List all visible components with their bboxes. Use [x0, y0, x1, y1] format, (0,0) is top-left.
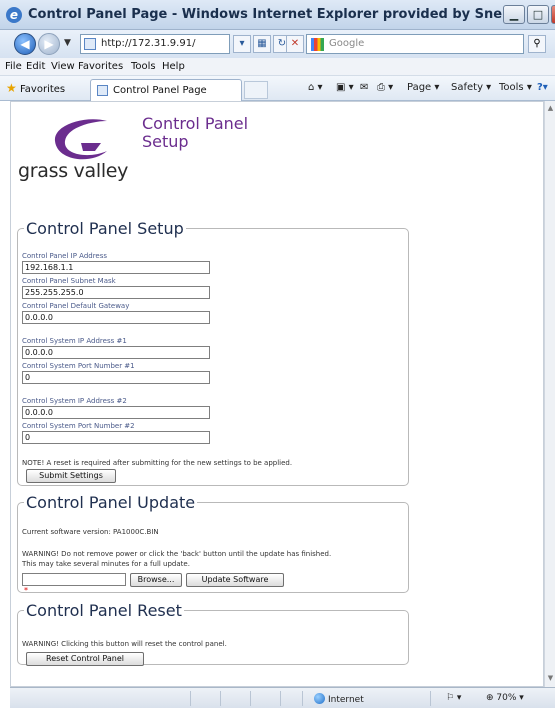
reset-warning: WARNING! Clicking this button will reset…: [22, 640, 227, 648]
zoom-control[interactable]: ⊕ 70% ▾: [486, 693, 524, 703]
status-divider: [220, 691, 221, 706]
system-port-1-label: Control System Port Number #1: [22, 362, 135, 370]
menu-bar: File Edit View Favorites Tools Help: [0, 58, 555, 76]
globe-icon: [314, 693, 325, 704]
reset-legend: Control Panel Reset: [26, 601, 182, 620]
system-ip-1-input[interactable]: [22, 346, 210, 359]
tools-menu[interactable]: Tools ▾: [499, 82, 532, 93]
grass-valley-logo-icon: [54, 119, 107, 160]
submit-settings-button[interactable]: Submit Settings: [26, 469, 116, 483]
software-version: Current software version: PA1000C.BIN: [22, 528, 159, 536]
system-ip-2-label: Control System IP Address #2: [22, 397, 127, 405]
favorites-bar: ★ Favorites Control Panel Page ⌂ ▾ ▣ ▾ ✉…: [0, 76, 555, 101]
address-url: http://172.31.9.91/: [101, 38, 196, 49]
address-toolbar: ◀ ▶ ▼ http://172.31.9.91/ ▾ ▦ ↻ ✕ Google…: [0, 30, 555, 58]
compatibility-icon[interactable]: ▦: [253, 35, 271, 53]
system-ip-1-label: Control System IP Address #1: [22, 337, 127, 345]
menu-help[interactable]: Help: [162, 61, 185, 72]
forward-button[interactable]: ▶: [38, 33, 60, 55]
status-divider: [280, 691, 281, 706]
update-warning-2: This may take several minutes for a full…: [22, 560, 190, 568]
menu-favorites[interactable]: Favorites: [78, 61, 123, 72]
subnet-mask-label: Control Panel Subnet Mask: [22, 277, 116, 285]
home-icon[interactable]: ⌂ ▾: [308, 82, 323, 93]
menu-tools[interactable]: Tools: [131, 61, 156, 72]
file-path-input[interactable]: [22, 573, 126, 586]
vertical-scrollbar[interactable]: ▲ ▼: [544, 101, 555, 687]
safety-menu[interactable]: Safety ▾: [451, 82, 491, 93]
history-dropdown-icon[interactable]: ▼: [64, 38, 71, 48]
scroll-down-icon[interactable]: ▼: [546, 673, 555, 683]
status-divider: [302, 691, 303, 706]
required-marker: *: [24, 586, 28, 595]
update-software-button[interactable]: Update Software: [186, 573, 284, 587]
minimize-button[interactable]: ▁: [503, 5, 525, 24]
scroll-up-icon[interactable]: ▲: [546, 103, 555, 113]
page-content: grass valley Control Panel Setup Control…: [10, 101, 544, 687]
page-icon: [84, 38, 96, 50]
system-port-2-input[interactable]: [22, 431, 210, 444]
reset-note: NOTE! A reset is required after submitti…: [22, 459, 293, 467]
ip-address-input[interactable]: [22, 261, 210, 274]
search-placeholder: Google: [329, 38, 365, 49]
star-icon: ★: [6, 81, 17, 95]
browser-tab[interactable]: Control Panel Page: [90, 79, 242, 101]
status-divider: [190, 691, 191, 706]
zoom-level: 70%: [496, 693, 517, 703]
protected-mode-icon[interactable]: ⚐ ▾: [446, 693, 461, 703]
maximize-button[interactable]: □: [527, 5, 549, 24]
zone-label: Internet: [328, 695, 364, 705]
update-warning-1: WARNING! Do not remove power or click th…: [22, 550, 332, 558]
feeds-icon[interactable]: ▣ ▾: [336, 82, 354, 93]
default-gateway-input[interactable]: [22, 311, 210, 324]
setup-section: Control Panel Setup Control Panel IP Add…: [17, 219, 409, 486]
status-bar: Internet ⚐ ▾ ⊕ 70% ▾: [10, 687, 555, 708]
back-button[interactable]: ◀: [14, 33, 36, 55]
menu-file[interactable]: File: [5, 61, 22, 72]
page-title: Control Panel Setup: [142, 114, 249, 151]
print-icon[interactable]: ⎙ ▾: [377, 82, 393, 93]
page-icon: [97, 85, 108, 96]
default-gateway-label: Control Panel Default Gateway: [22, 302, 130, 310]
favorites-button[interactable]: ★ Favorites: [6, 81, 65, 95]
reset-section: Control Panel Reset WARNING! Clicking th…: [17, 601, 409, 666]
brand-name: grass valley: [18, 160, 129, 182]
search-field[interactable]: Google: [306, 34, 524, 54]
favorites-label: Favorites: [19, 84, 66, 95]
stop-icon[interactable]: ✕: [286, 35, 304, 53]
close-button[interactable]: ✕: [551, 5, 555, 24]
menu-view[interactable]: View: [51, 61, 75, 72]
search-icon[interactable]: ⚲: [528, 35, 546, 53]
window-title: Control Panel Page - Windows Internet Ex…: [28, 7, 512, 22]
ie-icon: e: [6, 7, 22, 23]
status-divider: [430, 691, 431, 706]
page-menu[interactable]: Page ▾: [407, 82, 439, 93]
reset-control-panel-button[interactable]: Reset Control Panel: [26, 652, 144, 666]
status-divider: [250, 691, 251, 706]
security-zone: Internet: [314, 693, 364, 705]
menu-edit[interactable]: Edit: [26, 61, 45, 72]
update-section: Control Panel Update Current software ve…: [17, 493, 409, 595]
setup-legend: Control Panel Setup: [26, 219, 184, 238]
subnet-mask-input[interactable]: [22, 286, 210, 299]
mail-icon[interactable]: ✉: [360, 82, 368, 93]
window-titlebar: e Control Panel Page - Windows Internet …: [0, 0, 555, 30]
ip-address-label: Control Panel IP Address: [22, 252, 108, 260]
new-tab-button[interactable]: [244, 81, 268, 99]
tab-label: Control Panel Page: [113, 85, 207, 96]
address-field[interactable]: http://172.31.9.91/: [80, 34, 230, 54]
system-port-1-input[interactable]: [22, 371, 210, 384]
google-icon: [311, 38, 324, 51]
update-legend: Control Panel Update: [26, 493, 196, 512]
help-icon[interactable]: ?▾: [537, 82, 548, 93]
system-ip-2-input[interactable]: [22, 406, 210, 419]
address-dropdown-icon[interactable]: ▾: [233, 35, 251, 53]
browse-button[interactable]: Browse...: [130, 573, 182, 587]
system-port-2-label: Control System Port Number #2: [22, 422, 135, 430]
